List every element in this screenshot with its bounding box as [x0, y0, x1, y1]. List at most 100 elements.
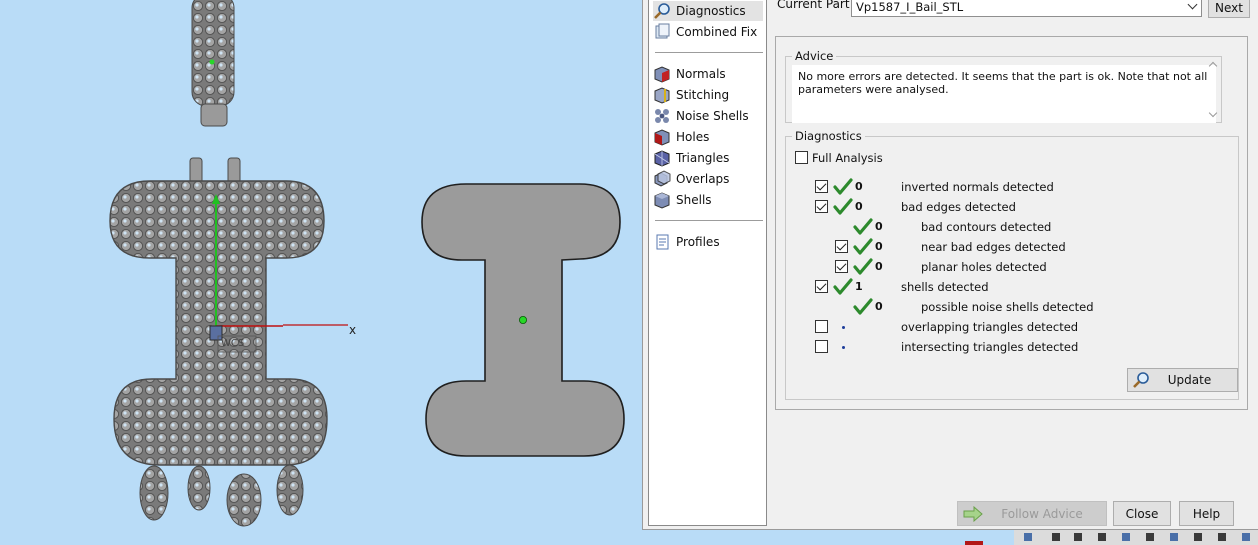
sidebar-item-label: Profiles — [676, 235, 720, 249]
advice-text: No more errors are detected. It seems th… — [792, 65, 1216, 123]
bad-contours-label: bad contours detected — [921, 220, 1052, 234]
close-button[interactable]: Close — [1113, 501, 1171, 526]
current-part-select[interactable]: Vp1587_I_Bail_STL — [851, 0, 1202, 17]
green-check-icon — [833, 278, 853, 295]
sidebar-item-overlaps[interactable]: Overlaps — [653, 169, 763, 189]
shells-label: shells detected — [901, 280, 989, 294]
update-button[interactable]: Update — [1127, 368, 1238, 392]
magnifier-icon — [1133, 372, 1149, 388]
overlapping-triangles-label: overlapping triangles detected — [901, 320, 1079, 334]
pendant-model — [109, 157, 328, 527]
full-analysis-checkbox[interactable] — [795, 151, 808, 164]
sidebar-item-triangles[interactable]: Triangles — [653, 148, 763, 168]
wcs-label: WCS — [221, 338, 245, 349]
sidebar-item-noise-shells[interactable]: Noise Shells — [653, 106, 763, 126]
checkmark-icon — [836, 240, 847, 251]
planar-holes-checkbox[interactable] — [835, 260, 848, 273]
sidebar-item-stitching[interactable]: Stitching — [653, 85, 763, 105]
sidebar-item-label: Diagnostics — [676, 4, 746, 18]
sidebar-item-normals[interactable]: Normals — [653, 64, 763, 84]
follow-advice-button[interactable]: Follow Advice — [957, 501, 1107, 526]
toolbar-glyph-icon[interactable] — [1074, 533, 1082, 541]
sidebar-item-label: Stitching — [676, 88, 730, 102]
magnifier-icon — [654, 3, 670, 19]
bad-edges-checkbox[interactable] — [815, 200, 828, 213]
advice-group: Advice No more errors are detected. It s… — [785, 49, 1222, 123]
sidebar-item-profiles[interactable]: Profiles — [653, 232, 763, 252]
bad-contours-count: 0 — [875, 220, 883, 233]
current-part-label: Current Part: — [777, 0, 854, 11]
toolbar-glyph-icon[interactable] — [1024, 533, 1032, 541]
toolbar-glyph-icon[interactable] — [1194, 533, 1202, 541]
pending-dot-icon — [842, 326, 845, 329]
sidebar-item-diagnostics[interactable]: Diagnostics — [653, 1, 763, 21]
sidebar-item-label: Overlaps — [676, 172, 730, 186]
sidebar-item-label: Combined Fix — [676, 25, 758, 39]
inverted-normals-label: inverted normals detected — [901, 180, 1054, 194]
green-check-icon — [853, 298, 873, 315]
planar-holes-count: 0 — [875, 260, 883, 273]
toolbar-glyph-icon[interactable] — [1170, 533, 1178, 541]
near-bad-edges-count: 0 — [875, 240, 883, 253]
diagnostics-panel: Advice No more errors are detected. It s… — [775, 36, 1248, 410]
fix-sidebar: Diagnostics Combined Fix Normals Stitchi… — [648, 0, 767, 526]
noise-shells-count: 0 — [875, 300, 883, 313]
overlapping-triangles-checkbox[interactable] — [815, 320, 828, 333]
shells-count: 1 — [855, 280, 863, 293]
inverted-normals-count: 0 — [855, 180, 863, 193]
bad-edges-count: 0 — [855, 200, 863, 213]
x-axis-label: x — [349, 323, 357, 337]
update-button-label: Update — [1167, 373, 1212, 387]
shells-checkbox[interactable] — [815, 280, 828, 293]
chevron-down-icon — [1187, 0, 1198, 10]
checkmark-icon — [816, 200, 827, 211]
overlaps-icon — [654, 170, 671, 187]
3d-viewport[interactable]: x WCS — [0, 0, 642, 545]
holes-icon — [654, 129, 670, 146]
toolbar-glyph-icon[interactable] — [1052, 533, 1060, 541]
sidebar-item-combined-fix[interactable]: Combined Fix — [653, 22, 763, 42]
sidebar-divider — [655, 52, 763, 53]
toolbar-glyph-icon[interactable] — [1146, 533, 1154, 541]
normals-icon — [654, 66, 670, 83]
green-check-icon — [833, 198, 853, 215]
sidebar-item-label: Shells — [676, 193, 712, 207]
intersecting-triangles-checkbox[interactable] — [815, 340, 828, 353]
diagnostics-group: Diagnostics Full Analysis 0 inverted nor… — [785, 129, 1239, 400]
toolbar-glyph-icon[interactable] — [1098, 533, 1106, 541]
follow-advice-label: Follow Advice — [1001, 506, 1083, 521]
noise-shells-icon — [655, 109, 669, 123]
intersecting-triangles-label: intersecting triangles detected — [901, 340, 1079, 354]
current-part-value: Vp1587_I_Bail_STL — [856, 0, 964, 14]
sidebar-item-label: Triangles — [676, 151, 730, 165]
toolbar-glyph-icon[interactable] — [1242, 533, 1250, 541]
green-check-icon — [833, 178, 853, 195]
toolbar-glyph-icon[interactable] — [1218, 533, 1226, 541]
scroll-up-icon[interactable] — [1208, 61, 1218, 71]
near-bad-edges-label: near bad edges detected — [921, 240, 1066, 254]
full-analysis-label: Full Analysis — [812, 151, 883, 165]
triangles-icon — [654, 150, 670, 167]
viewport-scene — [109, 0, 625, 527]
noise-shells-label: possible noise shells detected — [921, 300, 1094, 314]
next-button[interactable]: Next — [1208, 0, 1250, 18]
shells-icon — [654, 192, 670, 209]
advice-scrollbar[interactable] — [1206, 57, 1221, 122]
bottom-toolbar-strip — [1014, 530, 1258, 545]
sidebar-item-label: Normals — [676, 67, 726, 81]
near-bad-edges-checkbox[interactable] — [835, 240, 848, 253]
help-button[interactable]: Help — [1179, 501, 1234, 526]
inverted-normals-checkbox[interactable] — [815, 180, 828, 193]
sidebar-item-shells[interactable]: Shells — [653, 190, 763, 210]
scroll-down-icon[interactable] — [1208, 108, 1218, 118]
toolbar-glyph-icon[interactable] — [1122, 533, 1130, 541]
green-check-icon — [853, 218, 873, 235]
combined-fix-icon — [655, 23, 670, 39]
sidebar-item-holes[interactable]: Holes — [653, 127, 763, 147]
checkmark-icon — [816, 180, 827, 191]
sidebar-item-label: Noise Shells — [676, 109, 749, 123]
bad-edges-label: bad edges detected — [901, 200, 1016, 214]
diagnostics-title: Diagnostics — [792, 129, 865, 143]
sidebar-item-label: Holes — [676, 130, 710, 144]
green-check-icon — [853, 238, 873, 255]
